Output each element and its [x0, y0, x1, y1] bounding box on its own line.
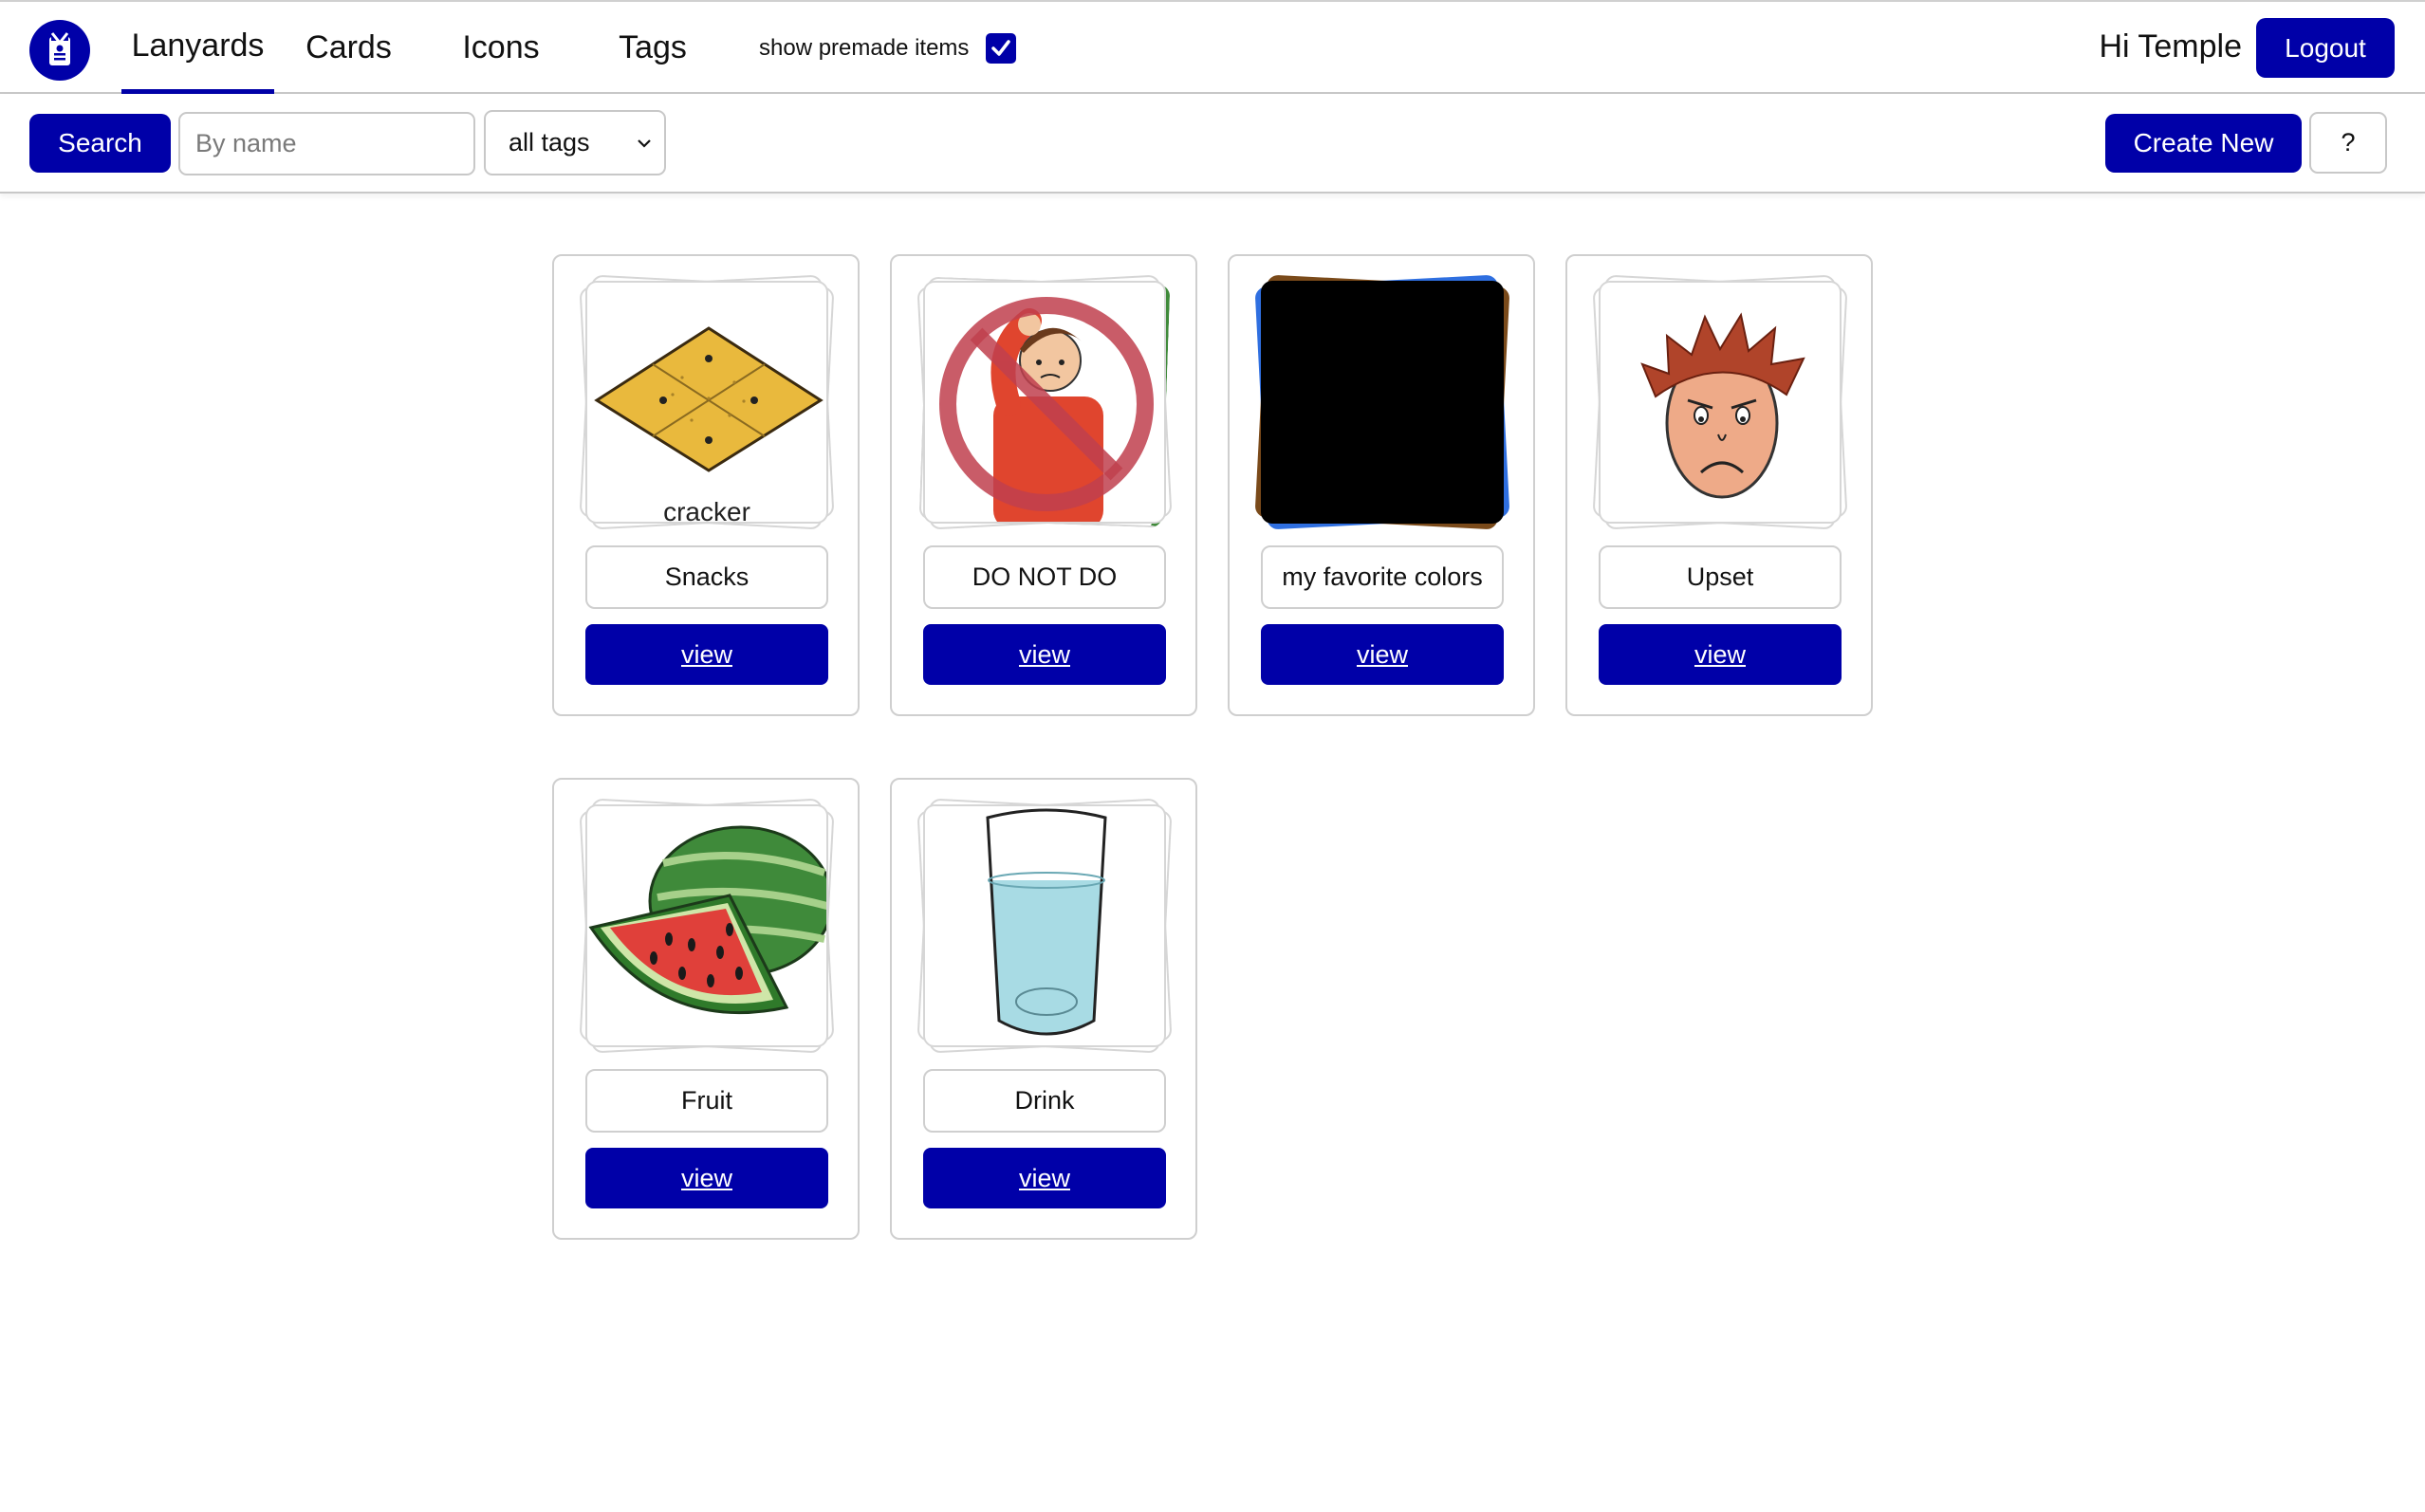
card-stack: cracker	[579, 274, 835, 530]
lanyard-card: cracker Snacks view	[552, 254, 860, 716]
card-stack	[916, 798, 1173, 1054]
toolbar: Search all tags Create New ?	[0, 94, 2425, 194]
no-pulling-hair-image	[923, 281, 1166, 524]
lanyard-card: Drink view	[890, 778, 1197, 1240]
checkmark-icon	[991, 40, 1011, 56]
view-button[interactable]: view	[923, 1148, 1166, 1208]
view-button[interactable]: view	[1261, 624, 1504, 685]
help-button[interactable]: ?	[2309, 112, 2387, 174]
premade-label: show premade items	[759, 35, 970, 61]
search-input[interactable]	[178, 112, 475, 175]
lanyard-name: Upset	[1599, 545, 1842, 609]
search-button[interactable]: Search	[29, 114, 171, 173]
lanyard-card: Upset view	[1565, 254, 1873, 716]
logout-button[interactable]: Logout	[2256, 18, 2395, 78]
lanyard-card: DO NOT DO view	[890, 254, 1197, 716]
card-stack	[1592, 274, 1848, 530]
lanyard-name: Drink	[923, 1069, 1166, 1133]
chevron-down-icon	[638, 139, 651, 148]
lanyard-name: Fruit	[585, 1069, 828, 1133]
premade-toggle: show premade items	[759, 29, 1017, 67]
top-nav: Lanyards Cards Icons Tags show premade i…	[0, 0, 2425, 94]
lanyard-card: Fruit view	[552, 778, 860, 1240]
upset-face-image	[1599, 281, 1842, 524]
tag-filter-select[interactable]: all tags	[484, 110, 666, 175]
glass-of-water-image	[923, 804, 1166, 1047]
view-button[interactable]: view	[585, 624, 828, 685]
app-logo-icon[interactable]	[29, 20, 90, 81]
tab-lanyards[interactable]: Lanyards	[121, 2, 274, 94]
card-caption-peek: cracker	[663, 497, 750, 524]
lanyard-card: my favorite colors view	[1228, 254, 1535, 716]
premade-checkbox[interactable]	[986, 33, 1017, 64]
lanyard-name: Snacks	[585, 545, 828, 609]
view-button[interactable]: view	[1599, 624, 1842, 685]
card-stack	[1254, 274, 1510, 530]
tab-icons[interactable]: Icons	[446, 2, 556, 94]
tab-cards[interactable]: Cards	[294, 2, 403, 94]
lanyard-name: my favorite colors	[1261, 545, 1504, 609]
tab-tags[interactable]: Tags	[598, 2, 708, 94]
view-button[interactable]: view	[585, 1148, 828, 1208]
black-color-card-image	[1261, 281, 1504, 524]
lanyard-name: DO NOT DO	[923, 545, 1166, 609]
user-greeting: Hi Temple	[2099, 28, 2242, 65]
cracker-image: cracker	[585, 281, 828, 524]
card-stack	[579, 798, 835, 1054]
watermelon-image	[585, 804, 828, 1047]
card-stack	[916, 274, 1173, 530]
create-new-button[interactable]: Create New	[2105, 114, 2302, 173]
view-button[interactable]: view	[923, 624, 1166, 685]
tag-filter-value: all tags	[509, 128, 590, 157]
